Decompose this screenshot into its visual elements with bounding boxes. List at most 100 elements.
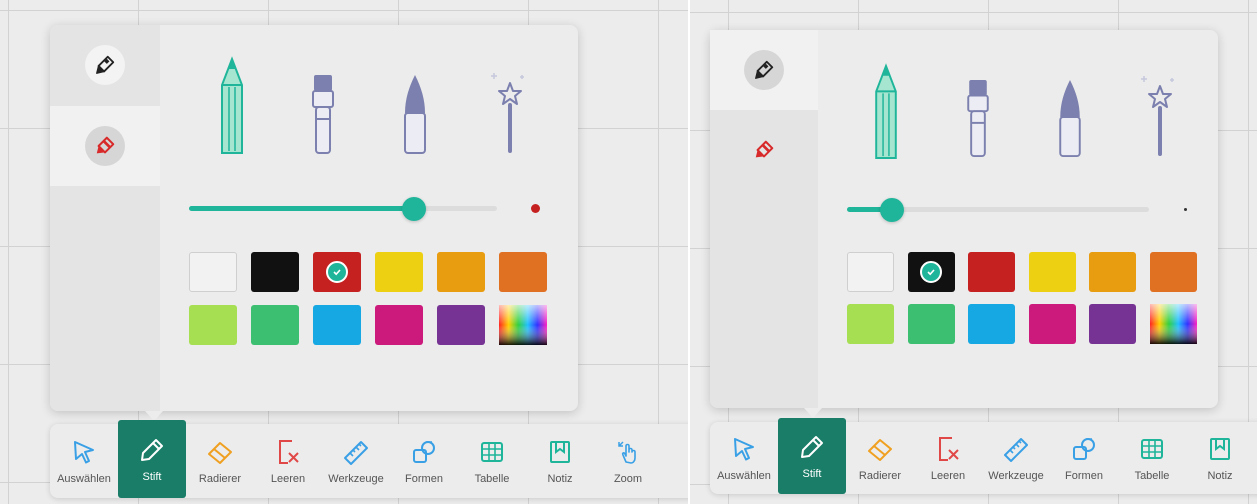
- swatch-spectrum[interactable]: [1149, 304, 1197, 344]
- toolbar-item-stift[interactable]: Stift: [778, 418, 846, 494]
- brush-icon: [1059, 79, 1081, 158]
- swatch-spectrum[interactable]: [499, 305, 547, 345]
- selected-check-icon: [326, 261, 348, 283]
- swatch-amber[interactable]: [437, 252, 485, 292]
- swatch-amber[interactable]: [1089, 252, 1136, 292]
- pen-icon: [137, 435, 167, 465]
- tool-marker[interactable]: [303, 73, 343, 173]
- swatch-lime[interactable]: [189, 305, 237, 345]
- toolbar-item-label: Werkzeuge: [328, 473, 384, 485]
- stroke-width-fill: [189, 206, 414, 211]
- pencil-icon: [875, 63, 897, 160]
- swatch-sky-blue[interactable]: [313, 305, 361, 345]
- color-palette: [847, 252, 1197, 344]
- swatch-sky-blue[interactable]: [968, 304, 1015, 344]
- toolbar-item-leeren[interactable]: Leeren: [254, 424, 322, 498]
- selected-check-icon: [920, 261, 942, 283]
- toolbar-item-label: Werkzeuge: [988, 470, 1044, 482]
- swatch-red[interactable]: [968, 252, 1015, 292]
- toolbar-item-label: Formen: [405, 473, 443, 485]
- swatch-black[interactable]: [251, 252, 299, 292]
- tool-pencil[interactable]: [866, 62, 906, 162]
- toolbar-item-label: Notiz: [1207, 470, 1233, 482]
- tab-highlighter[interactable]: [50, 106, 160, 186]
- toolbar-item-notiz[interactable]: Notiz: [526, 424, 594, 498]
- swatch-orange[interactable]: [499, 252, 547, 292]
- toolbar-item-radierer[interactable]: Radierer: [846, 422, 914, 494]
- toolbar-item-radierer[interactable]: Radierer: [186, 424, 254, 498]
- swatch-green[interactable]: [907, 304, 955, 344]
- tab-highlighter[interactable]: [710, 110, 818, 190]
- cursor-icon: [729, 434, 759, 464]
- toolbar-item-tabelle[interactable]: Tabelle: [458, 424, 526, 498]
- magic-wand-icon: [491, 73, 524, 153]
- shapes-icon: [1069, 434, 1099, 464]
- left-screenshot: Auswählen Stift Radierer Leeren Werkzeuge For…: [0, 0, 688, 504]
- tab-fineliner[interactable]: [50, 25, 160, 105]
- toolbar-item-stift[interactable]: Stift: [118, 420, 186, 498]
- pencil-icon: [221, 56, 243, 154]
- swatch-magenta[interactable]: [375, 305, 423, 345]
- right-screenshot: Auswählen Stift Radierer Leeren Werkzeuge For…: [690, 0, 1257, 504]
- toolbar-item-formen[interactable]: Formen: [1050, 422, 1118, 494]
- toolbar-item-label: Radierer: [858, 470, 902, 482]
- swatch-white[interactable]: [847, 252, 894, 292]
- clear-icon: [273, 437, 303, 467]
- stroke-width-thumb[interactable]: [880, 198, 904, 222]
- stroke-size-preview: [1184, 208, 1187, 211]
- bottom-toolbar: Auswählen Stift Radierer Leeren Werkzeuge For…: [710, 418, 1257, 494]
- tab-fineliner[interactable]: [710, 30, 818, 110]
- marker-icon: [312, 75, 334, 154]
- swatch-orange[interactable]: [1149, 252, 1197, 292]
- toolbar-item-label: Radierer: [198, 473, 242, 485]
- toolbar-item-formen[interactable]: Formen: [390, 424, 458, 498]
- swatch-green[interactable]: [251, 305, 299, 345]
- swatch-black[interactable]: [907, 252, 955, 292]
- stroke-width-slider[interactable]: [847, 198, 1149, 222]
- note-icon: [1205, 434, 1235, 464]
- toolbar-item-ausw-hlen[interactable]: Auswählen: [710, 422, 778, 494]
- toolbar-item-werkzeuge[interactable]: Werkzeuge: [982, 422, 1050, 494]
- tool-pencil[interactable]: [212, 55, 252, 155]
- tool-magic-wand[interactable]: [488, 69, 528, 169]
- toolbar-item-werkzeuge[interactable]: Werkzeuge: [322, 424, 390, 498]
- tool-brush[interactable]: [1050, 78, 1090, 178]
- toolbar-item-zoom[interactable]: Zoom: [594, 424, 662, 498]
- toolbar-item-tabelle[interactable]: Tabelle: [1118, 422, 1186, 494]
- fineliner-icon: [755, 60, 774, 79]
- swatch-yellow[interactable]: [1028, 252, 1076, 292]
- swatch-magenta[interactable]: [1028, 304, 1076, 344]
- toolbar-item-label: Leeren: [930, 470, 966, 482]
- toolbar-item-label: Stift: [802, 468, 822, 480]
- table-icon: [1137, 434, 1167, 464]
- tool-marker[interactable]: [958, 78, 998, 178]
- eraser-icon: [865, 434, 895, 464]
- stroke-size-preview: [531, 204, 540, 213]
- toolbar-item-ausw-hlen[interactable]: Auswählen: [50, 424, 118, 498]
- eraser-icon: [205, 437, 235, 467]
- toolbar-item-leeren[interactable]: Leeren: [914, 422, 982, 494]
- swatch-purple[interactable]: [437, 305, 485, 345]
- swatch-lime[interactable]: [847, 304, 894, 344]
- stroke-width-slider[interactable]: [189, 197, 497, 221]
- panel-pointer: [804, 408, 822, 418]
- zoom-gesture-icon: [613, 437, 643, 467]
- tool-brush[interactable]: [395, 73, 435, 173]
- swatch-white[interactable]: [189, 252, 237, 292]
- swatch-purple[interactable]: [1089, 304, 1136, 344]
- pen-settings-panel: [50, 25, 578, 411]
- swatch-red[interactable]: [313, 252, 361, 292]
- highlighter-icon: [96, 136, 115, 154]
- highlighter-icon: [755, 140, 774, 158]
- pen-icon: [797, 432, 827, 462]
- toolbar-item-label: Notiz: [547, 473, 573, 485]
- toolbar-item-label: Auswählen: [57, 473, 111, 485]
- toolbar-item-notiz[interactable]: Notiz: [1186, 422, 1254, 494]
- swatch-yellow[interactable]: [375, 252, 423, 292]
- toolbar-item-label: Formen: [1065, 470, 1103, 482]
- toolbar-item-label: Leeren: [270, 473, 306, 485]
- tool-magic-wand[interactable]: [1138, 72, 1178, 172]
- marker-icon: [967, 79, 989, 158]
- toolbar-item-label: Stift: [142, 471, 162, 483]
- stroke-width-thumb[interactable]: [402, 197, 426, 221]
